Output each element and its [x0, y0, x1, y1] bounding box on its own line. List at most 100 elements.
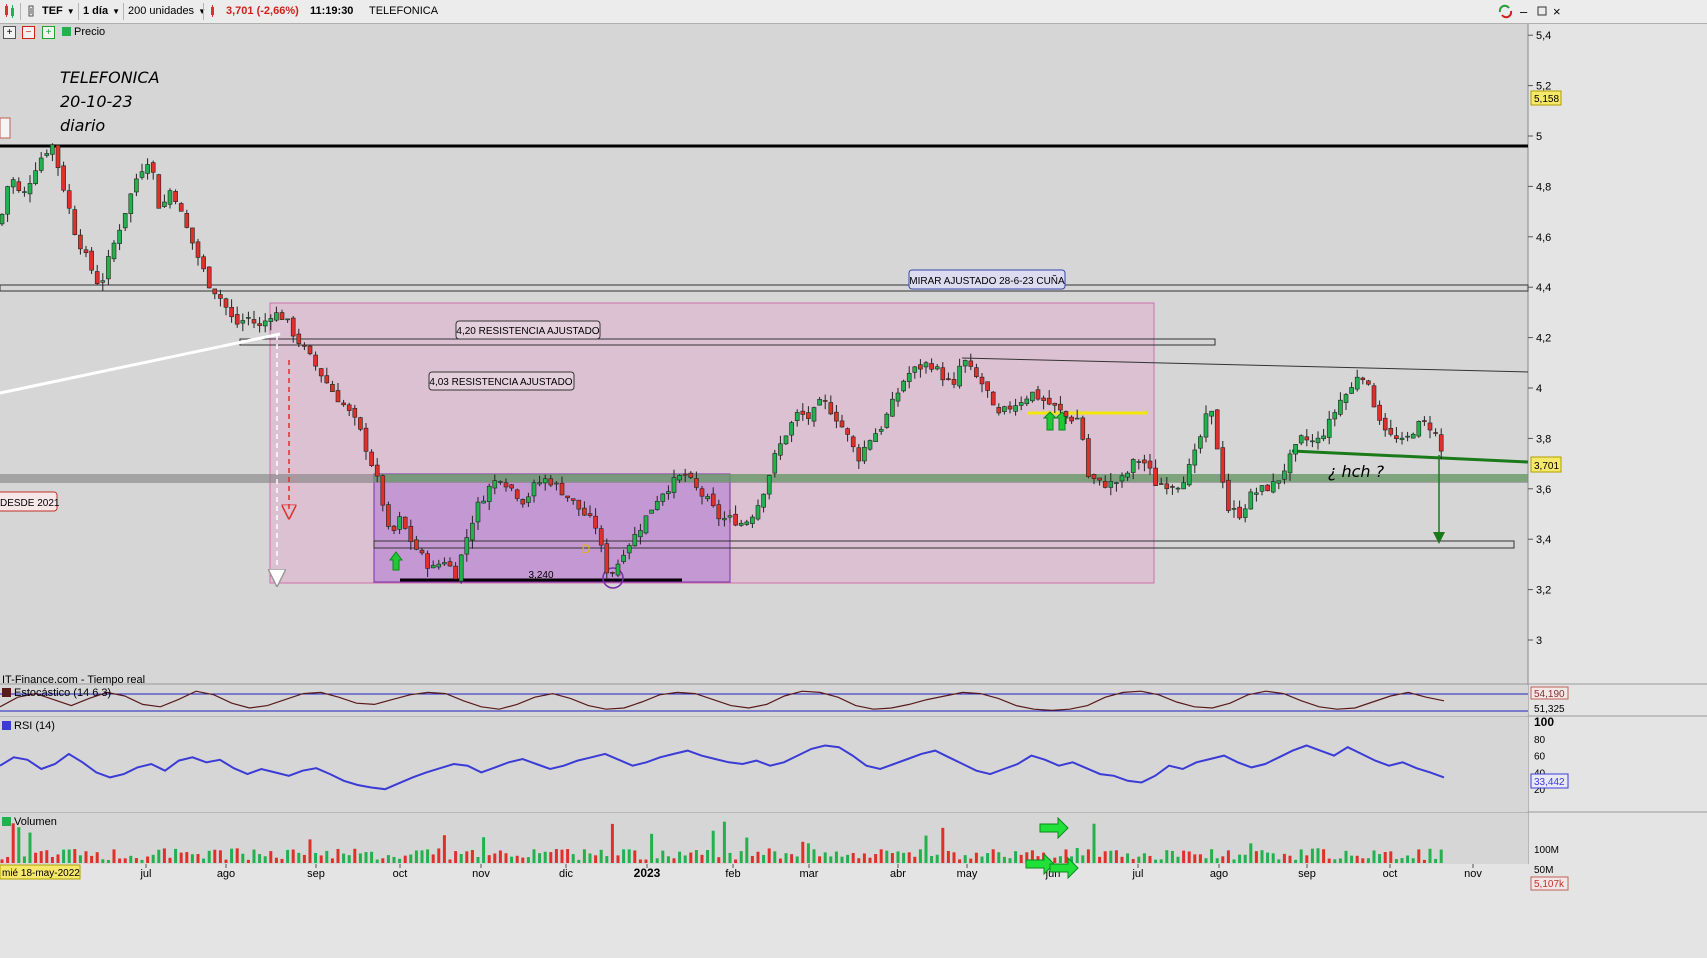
candle-body — [705, 496, 710, 500]
rsi-legend[interactable]: RSI (14) — [2, 720, 55, 732]
candle-body — [1108, 481, 1114, 488]
volume-bar — [644, 859, 648, 863]
volume-legend[interactable]: Volumen — [2, 816, 57, 828]
volume-bar — [314, 852, 318, 863]
volume-bar — [252, 849, 256, 863]
candle-body — [1315, 437, 1321, 444]
candle-body — [358, 417, 363, 430]
candle-body — [940, 367, 946, 381]
candle-body — [470, 522, 475, 541]
price-chart[interactable]: TELEFONICA 20-10-23 diario MIRAR AJUSTAD… — [0, 0, 1707, 958]
candle-body — [570, 498, 576, 501]
candle-body — [542, 478, 548, 484]
candle-body — [951, 379, 957, 385]
candle-body — [1422, 420, 1427, 422]
volume-bar — [1120, 856, 1124, 863]
volume-bar — [734, 859, 738, 863]
candle-body — [178, 203, 184, 212]
candle-body — [61, 165, 66, 191]
volume-color-icon — [2, 817, 11, 826]
volume-bar — [17, 827, 21, 863]
volume-bar — [1215, 858, 1219, 863]
volume-bar — [174, 848, 178, 863]
volume-bar — [1378, 854, 1382, 863]
volume-bar — [1131, 858, 1135, 863]
volume-bar — [1411, 858, 1415, 863]
candle-body — [229, 306, 234, 318]
candle-body — [934, 366, 940, 370]
volume-bar — [918, 849, 922, 863]
volume-bar — [801, 841, 805, 863]
candle-body — [66, 190, 72, 209]
volume-bar — [134, 858, 138, 863]
candle-body — [856, 447, 862, 462]
volume-bar — [470, 849, 474, 863]
volume-bar — [1406, 855, 1410, 863]
volume-bar — [11, 823, 15, 863]
candle-body — [1326, 418, 1332, 438]
candle-body — [968, 360, 974, 367]
volume-bar — [554, 849, 558, 863]
candle-body — [122, 213, 128, 229]
candle-body — [1209, 410, 1214, 417]
candle-body — [307, 345, 313, 355]
volume-bar — [1310, 848, 1314, 863]
candle-body — [884, 413, 890, 428]
volume-bar — [655, 858, 659, 863]
price-tick-label: 4,4 — [1536, 282, 1551, 294]
volume-bar — [403, 855, 407, 863]
price-tick-label: 4 — [1536, 383, 1542, 395]
candle-body — [901, 380, 906, 392]
volume-bar — [398, 858, 402, 863]
candle-body — [1203, 413, 1209, 438]
candle-body — [150, 162, 156, 173]
volume-bar — [1232, 859, 1236, 863]
candle-body — [755, 505, 761, 520]
time-tick-label: abr — [890, 868, 906, 880]
volume-bar — [616, 855, 620, 863]
volume-bar — [487, 855, 491, 863]
volume-bar — [414, 850, 418, 863]
volume-bar — [1249, 843, 1253, 863]
candle-body — [1074, 417, 1080, 420]
volume-bar — [90, 855, 94, 863]
time-tick-label: nov — [1464, 868, 1482, 880]
candle-body — [134, 178, 139, 193]
volume-bar — [577, 859, 581, 863]
candle-body — [195, 241, 201, 258]
volume-bar — [297, 852, 301, 863]
candle-body — [632, 534, 638, 547]
candle-body — [845, 428, 850, 435]
candle-body — [1069, 416, 1074, 422]
candle-body — [996, 407, 1002, 414]
candle-body — [929, 363, 934, 370]
volume-bar — [1176, 856, 1180, 863]
candle-body — [94, 271, 100, 284]
volume-bar — [1282, 853, 1286, 863]
volume-bar — [650, 833, 654, 863]
volume-bar — [812, 849, 816, 863]
volume-bar — [1243, 854, 1247, 863]
candle-body — [251, 319, 257, 324]
candle-body — [1007, 405, 1013, 410]
label-420: 4,20 RESISTENCIA AJUSTADO — [456, 326, 599, 337]
candle-body — [1114, 482, 1119, 484]
volume-bar — [1422, 859, 1426, 863]
candle-body — [766, 475, 772, 495]
volume-bar — [1434, 858, 1438, 863]
label-low: 3,240 — [528, 570, 553, 581]
volume-bar — [45, 850, 49, 863]
candle-body — [811, 407, 817, 422]
volume-bar — [689, 852, 693, 863]
candle-body — [1153, 467, 1158, 486]
candle-body — [453, 565, 458, 580]
volume-bar — [465, 851, 469, 863]
candle-body — [1254, 492, 1259, 495]
stoch-legend[interactable]: Estocástico (14 6 3) — [2, 687, 111, 699]
price-tick-label: 5,4 — [1536, 30, 1551, 42]
volume-bar — [364, 852, 368, 863]
candle-body — [654, 500, 660, 510]
volume-bar — [851, 853, 855, 863]
time-tick-label: oct — [393, 868, 408, 880]
time-tick-label: nov — [472, 868, 490, 880]
